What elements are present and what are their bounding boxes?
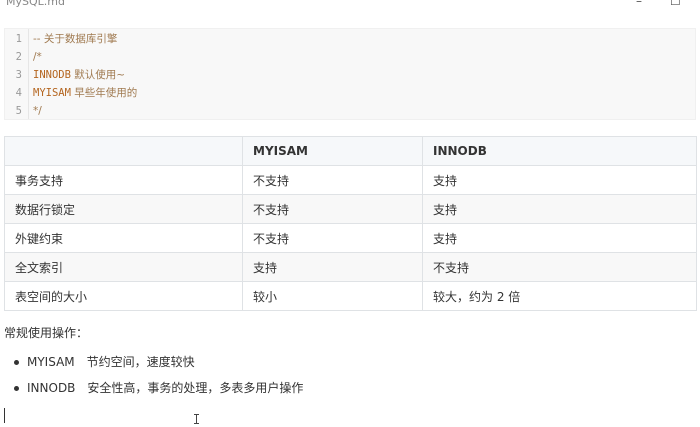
table-row: 数据行锁定 不支持 支持 [4, 194, 697, 224]
table-cell: 外键约束 [4, 223, 243, 253]
list-item-name: INNODB [27, 381, 76, 395]
table-cell: 支持 [422, 165, 697, 195]
table-row: 表空间的大小 较小 较大，约为 2 倍 [4, 281, 697, 311]
table-row: 外键约束 不支持 支持 [4, 223, 697, 253]
table-header-cell [4, 136, 243, 166]
list-item-text: 节约空间，速度较快 [86, 355, 195, 369]
window-title: MySQL.md [6, 0, 65, 8]
list-item: MYISAM 节约空间，速度较快 [14, 350, 303, 376]
line-number: 2 [15, 51, 22, 63]
code-line: 1 -- 关于数据库引擎 [5, 30, 695, 48]
code-text: -- 关于数据库引擎 [33, 33, 118, 45]
engine-comparison-table[interactable]: MYISAM INNODB 事务支持 不支持 支持 数据行锁定 不支持 支持 外… [4, 136, 697, 311]
bullet-dot-icon [14, 360, 19, 365]
table-cell: 较小 [242, 281, 423, 311]
bullet-list: MYISAM 节约空间，速度较快 INNODB 安全性高，事务的处理，多表多用户操作 [14, 350, 303, 402]
line-number: 3 [15, 69, 22, 81]
code-line: 4 MYISAM 早些年使用的 [5, 84, 695, 102]
line-number: 5 [15, 105, 22, 117]
paragraph: 常规使用操作： [4, 326, 89, 340]
text-cursor-icon [4, 408, 5, 423]
code-line: 2 /* [5, 48, 695, 66]
code-text: 默认使用~ [70, 69, 126, 81]
line-number: 4 [15, 87, 22, 99]
table-cell: 不支持 [422, 252, 697, 282]
table-cell: 支持 [422, 194, 697, 224]
code-text: /* [33, 51, 42, 63]
table-cell: 表空间的大小 [4, 281, 243, 311]
minimize-button[interactable]: – [636, 0, 642, 8]
table-cell: 支持 [242, 252, 423, 282]
list-item: INNODB 安全性高，事务的处理，多表多用户操作 [14, 376, 303, 402]
title-bar: MySQL.md – ☐ [0, 0, 700, 14]
code-block[interactable]: 1 -- 关于数据库引擎 2 /* 3 INNODB 默认使用~ 4 MYISA… [4, 28, 696, 120]
table-cell: 事务支持 [4, 165, 243, 195]
code-text: */ [33, 105, 42, 117]
code-keyword: MYISAM [33, 87, 71, 99]
maximize-button[interactable]: ☐ [670, 0, 681, 8]
table-row: 全文索引 支持 不支持 [4, 252, 697, 282]
code-line: 3 INNODB 默认使用~ [5, 66, 695, 84]
code-line: 5 */ [5, 102, 695, 120]
table-cell: 数据行锁定 [4, 194, 243, 224]
list-item-name: MYISAM [27, 355, 75, 369]
table-cell: 不支持 [242, 165, 423, 195]
table-header-cell: INNODB [422, 136, 697, 166]
table-cell: 支持 [422, 223, 697, 253]
code-text: 早些年使用的 [70, 87, 138, 99]
list-item-text: 安全性高，事务的处理，多表多用户操作 [87, 381, 304, 395]
table-cell: 较大，约为 2 倍 [422, 281, 697, 311]
line-number: 1 [15, 33, 22, 45]
table-header-row: MYISAM INNODB [4, 136, 697, 166]
bullet-dot-icon [14, 386, 19, 391]
table-cell: 全文索引 [4, 252, 243, 282]
table-cell: 不支持 [242, 194, 423, 224]
i-beam-pointer-icon [194, 414, 199, 424]
table-row: 事务支持 不支持 支持 [4, 165, 697, 195]
table-header-cell: MYISAM [242, 136, 423, 166]
table-cell: 不支持 [242, 223, 423, 253]
code-keyword: INNODB [33, 69, 71, 81]
